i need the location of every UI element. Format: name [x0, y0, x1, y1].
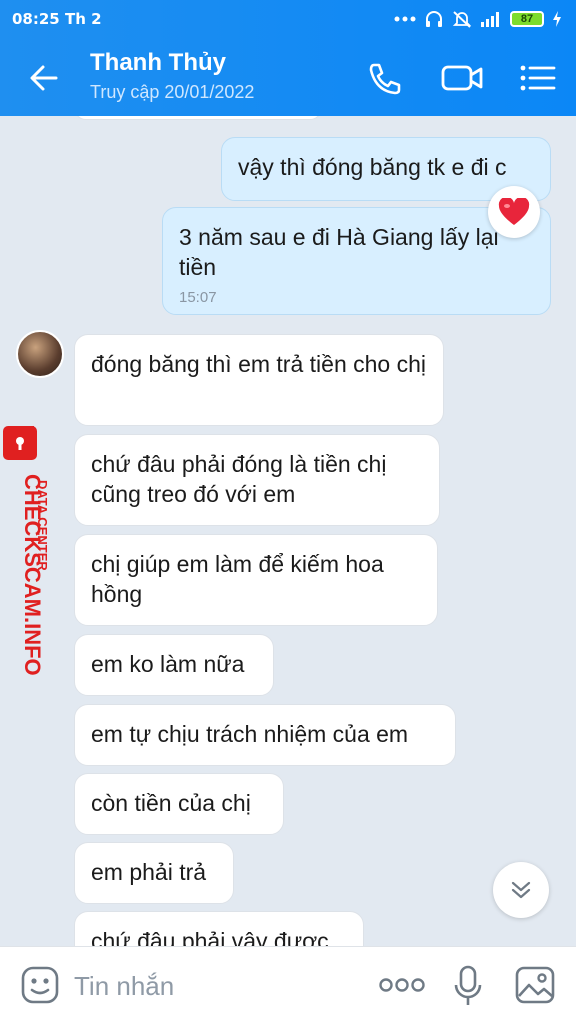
mute-bell-icon [452, 11, 472, 28]
video-camera-icon[interactable] [440, 58, 484, 98]
message-bubble-incoming[interactable]: chị giúp em làm để kiếm hoa hồng [74, 534, 438, 626]
watermark-tag: DATA CENTER [35, 480, 50, 571]
message-bubble-incoming[interactable]: em phải trả [74, 842, 234, 904]
battery-indicator: 87 [510, 11, 544, 27]
message-text: 3 năm sau e đi Hà Giang lấy lại tiền [179, 224, 499, 280]
message-text: em ko làm nữa [91, 651, 245, 677]
chat-area[interactable]: vậy thì đóng băng tk e đi c 3 năm sau e … [0, 116, 576, 946]
message-text: chứ đâu phải đóng là tiền chị cũng treo … [91, 451, 387, 507]
contact-last-seen: Truy cập 20/01/2022 [90, 82, 255, 102]
checkscam-watermark: CHECKSCAM.INFO DATA CENTER [3, 426, 50, 676]
partial-message-bubble [74, 116, 322, 120]
signal-icon [481, 12, 499, 27]
message-bubble-incoming[interactable]: chứ đâu phải đóng là tiền chị cũng treo … [74, 434, 440, 526]
message-bubble-incoming[interactable]: em tự chịu trách nhiệm của em [74, 704, 456, 766]
message-bubble-incoming[interactable]: em ko làm nữa [74, 634, 274, 696]
message-text: em phải trả [91, 859, 207, 885]
menu-list-icon[interactable] [516, 58, 560, 98]
app-bar: 08:25 Th 2 87 Thanh Thủy Truy cập 20/01/… [0, 0, 576, 116]
heart-icon [498, 198, 530, 225]
charging-bolt-icon [553, 11, 561, 27]
notification-dots-icon [394, 16, 416, 22]
message-input[interactable]: Tin nhắn [74, 971, 174, 1002]
image-icon[interactable] [514, 965, 556, 1005]
message-bubble-incoming[interactable]: chứ đâu phải vậy được [74, 911, 364, 946]
chat-header: Thanh Thủy Truy cập 20/01/2022 [0, 38, 576, 116]
message-bubble-incoming[interactable]: đóng băng thì em trả tiền cho chị [74, 334, 444, 426]
status-time: 08:25 Th 2 [12, 10, 102, 28]
heart-reaction[interactable] [488, 186, 540, 238]
phone-icon[interactable] [362, 58, 406, 98]
message-text: vậy thì đóng băng tk e đi c [238, 154, 507, 180]
chevron-double-down-icon [511, 881, 531, 899]
status-bar: 08:25 Th 2 87 [0, 0, 576, 38]
more-dots-icon[interactable] [378, 975, 426, 995]
message-text: đóng băng thì em trả tiền cho chị [91, 351, 426, 377]
message-text: chị giúp em làm để kiếm hoa hồng [91, 551, 384, 607]
back-arrow-icon[interactable] [24, 58, 64, 98]
message-text: em tự chịu trách nhiệm của em [91, 721, 409, 747]
scroll-down-button[interactable] [493, 862, 549, 918]
contact-name[interactable]: Thanh Thủy [90, 49, 226, 77]
avatar[interactable] [16, 330, 64, 378]
emoji-icon[interactable] [20, 965, 60, 1005]
message-input-bar: Tin nhắn [0, 946, 576, 1024]
headphones-icon [426, 11, 442, 27]
message-bubble-incoming[interactable]: còn tiền của chị [74, 773, 284, 835]
message-text: còn tiền của chị [91, 790, 251, 816]
status-icons: 87 [394, 10, 562, 28]
message-time: 15:07 [179, 289, 217, 306]
message-text: chứ đâu phải vậy được [91, 928, 329, 946]
microphone-icon[interactable] [452, 965, 484, 1007]
